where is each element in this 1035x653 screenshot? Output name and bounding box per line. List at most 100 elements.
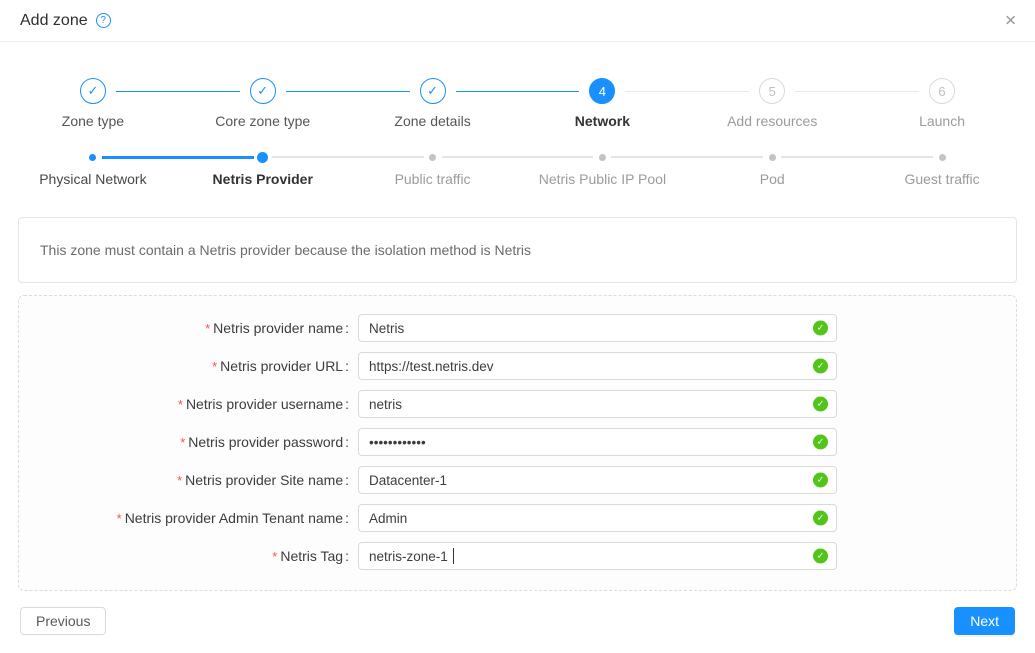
step-network: 4 Network: [517, 78, 687, 129]
field-label-colon: :: [345, 434, 349, 450]
required-asterisk: *: [272, 549, 277, 564]
step-core-zone-type: ✓ Core zone type: [178, 78, 348, 129]
form-row-netris-provider-password: *Netris provider password: ✓: [19, 428, 1016, 456]
netris-provider-name-input[interactable]: [358, 314, 837, 342]
step-check-icon: ✓: [250, 78, 276, 104]
valid-check-icon: ✓: [813, 435, 828, 450]
field-label-colon: :: [345, 358, 349, 374]
step-label: Add resources: [687, 113, 857, 129]
substep-dot-icon: [89, 154, 96, 161]
field-control: ✓: [358, 352, 837, 380]
dialog-footer: Previous Next: [0, 591, 1035, 635]
text-caret: [453, 548, 454, 564]
close-icon[interactable]: ✕: [1004, 13, 1017, 28]
field-label-text: Netris Tag: [280, 548, 343, 564]
network-sub-steps: Physical NetworkNetris ProviderPublic tr…: [0, 151, 1035, 187]
info-banner-text: This zone must contain a Netris provider…: [40, 242, 531, 258]
required-asterisk: *: [212, 359, 217, 374]
substep-dot-icon: [769, 154, 776, 161]
valid-check-icon: ✓: [813, 549, 828, 564]
substep-label: Public traffic: [348, 171, 518, 187]
field-control: ✓: [358, 314, 837, 342]
substep-dot-icon: [429, 154, 436, 161]
required-asterisk: *: [178, 397, 183, 412]
netris-provider-username-input[interactable]: [358, 390, 837, 418]
netris-provider-admin-tenant-name-input[interactable]: [358, 504, 837, 532]
step-check-icon: ✓: [80, 78, 106, 104]
form-row-netris-tag: *Netris Tag: ✓: [19, 542, 1016, 570]
field-label-colon: :: [345, 396, 349, 412]
step-label: Zone type: [8, 113, 178, 129]
field-label: *Netris provider Admin Tenant name:: [19, 510, 349, 526]
substep-dot-icon: [257, 152, 268, 163]
netris-provider-url-input[interactable]: [358, 352, 837, 380]
step-number-icon: 4: [589, 78, 615, 104]
substep-label: Netris Public IP Pool: [517, 171, 687, 187]
field-control: ✓: [358, 542, 837, 570]
valid-check-icon: ✓: [813, 321, 828, 336]
step-label: Zone details: [348, 113, 518, 129]
field-label-text: Netris provider URL: [220, 358, 343, 374]
field-label-colon: :: [345, 510, 349, 526]
field-label: *Netris provider Site name:: [19, 472, 349, 488]
netris-provider-password-input[interactable]: [358, 428, 837, 456]
substep-dot-icon: [939, 154, 946, 161]
field-label: *Netris provider username:: [19, 396, 349, 412]
substep-label: Netris Provider: [178, 171, 348, 187]
required-asterisk: *: [117, 511, 122, 526]
page-title: Add zone: [20, 12, 88, 30]
field-control: ✓: [358, 466, 837, 494]
netris-provider-form: *Netris provider name:✓*Netris provider …: [18, 295, 1017, 591]
valid-check-icon: ✓: [813, 397, 828, 412]
valid-check-icon: ✓: [813, 473, 828, 488]
field-label: *Netris provider password:: [19, 434, 349, 450]
field-control: ✓: [358, 428, 837, 456]
field-label: *Netris Tag:: [19, 548, 349, 564]
info-banner: This zone must contain a Netris provider…: [18, 217, 1017, 283]
field-label-text: Netris provider password: [188, 434, 343, 450]
step-check-icon: ✓: [420, 78, 446, 104]
form-row-netris-provider-username: *Netris provider username: ✓: [19, 390, 1016, 418]
previous-button[interactable]: Previous: [20, 607, 106, 635]
help-icon[interactable]: ?: [96, 13, 111, 28]
step-label: Launch: [857, 113, 1027, 129]
next-button[interactable]: Next: [954, 607, 1015, 635]
field-label: *Netris provider URL:: [19, 358, 349, 374]
field-control: ✓: [358, 504, 837, 532]
form-row-netris-provider-name: *Netris provider name: ✓: [19, 314, 1016, 342]
field-control: ✓: [358, 390, 837, 418]
step-zone-type: ✓ Zone type: [8, 78, 178, 129]
field-label-text: Netris provider Site name: [185, 472, 343, 488]
step-label: Core zone type: [178, 113, 348, 129]
form-row-netris-provider-admin-tenant-name: *Netris provider Admin Tenant name: ✓: [19, 504, 1016, 532]
step-launch: 6 Launch: [857, 78, 1027, 129]
dialog-header: Add zone ? ✕: [0, 0, 1035, 42]
form-row-netris-provider-site-name: *Netris provider Site name: ✓: [19, 466, 1016, 494]
substep-label: Physical Network: [8, 171, 178, 187]
netris-provider-site-name-input[interactable]: [358, 466, 837, 494]
step-number-icon: 5: [759, 78, 785, 104]
substep-label: Guest traffic: [857, 171, 1027, 187]
substep-dot-icon: [599, 154, 606, 161]
field-label-colon: :: [345, 472, 349, 488]
netris-tag-input[interactable]: [358, 542, 837, 570]
wizard-steps: ✓ Zone type ✓ Core zone type ✓ Zone details 4 N…: [0, 78, 1035, 129]
required-asterisk: *: [177, 473, 182, 488]
substep-label: Pod: [687, 171, 857, 187]
step-label: Network: [517, 113, 687, 129]
field-label-text: Netris provider name: [213, 320, 343, 336]
field-label-text: Netris provider username: [186, 396, 343, 412]
required-asterisk: *: [205, 321, 210, 336]
form-row-netris-provider-url: *Netris provider URL: ✓: [19, 352, 1016, 380]
required-asterisk: *: [180, 435, 185, 450]
substep-physical-network: Physical Network: [8, 151, 178, 187]
step-add-resources: 5 Add resources: [687, 78, 857, 129]
step-zone-details: ✓ Zone details: [348, 78, 518, 129]
valid-check-icon: ✓: [813, 359, 828, 374]
valid-check-icon: ✓: [813, 511, 828, 526]
field-label-colon: :: [345, 548, 349, 564]
substep-dot-row: [8, 151, 178, 163]
step-number-icon: 6: [929, 78, 955, 104]
field-label-colon: :: [345, 320, 349, 336]
field-label: *Netris provider name:: [19, 320, 349, 336]
